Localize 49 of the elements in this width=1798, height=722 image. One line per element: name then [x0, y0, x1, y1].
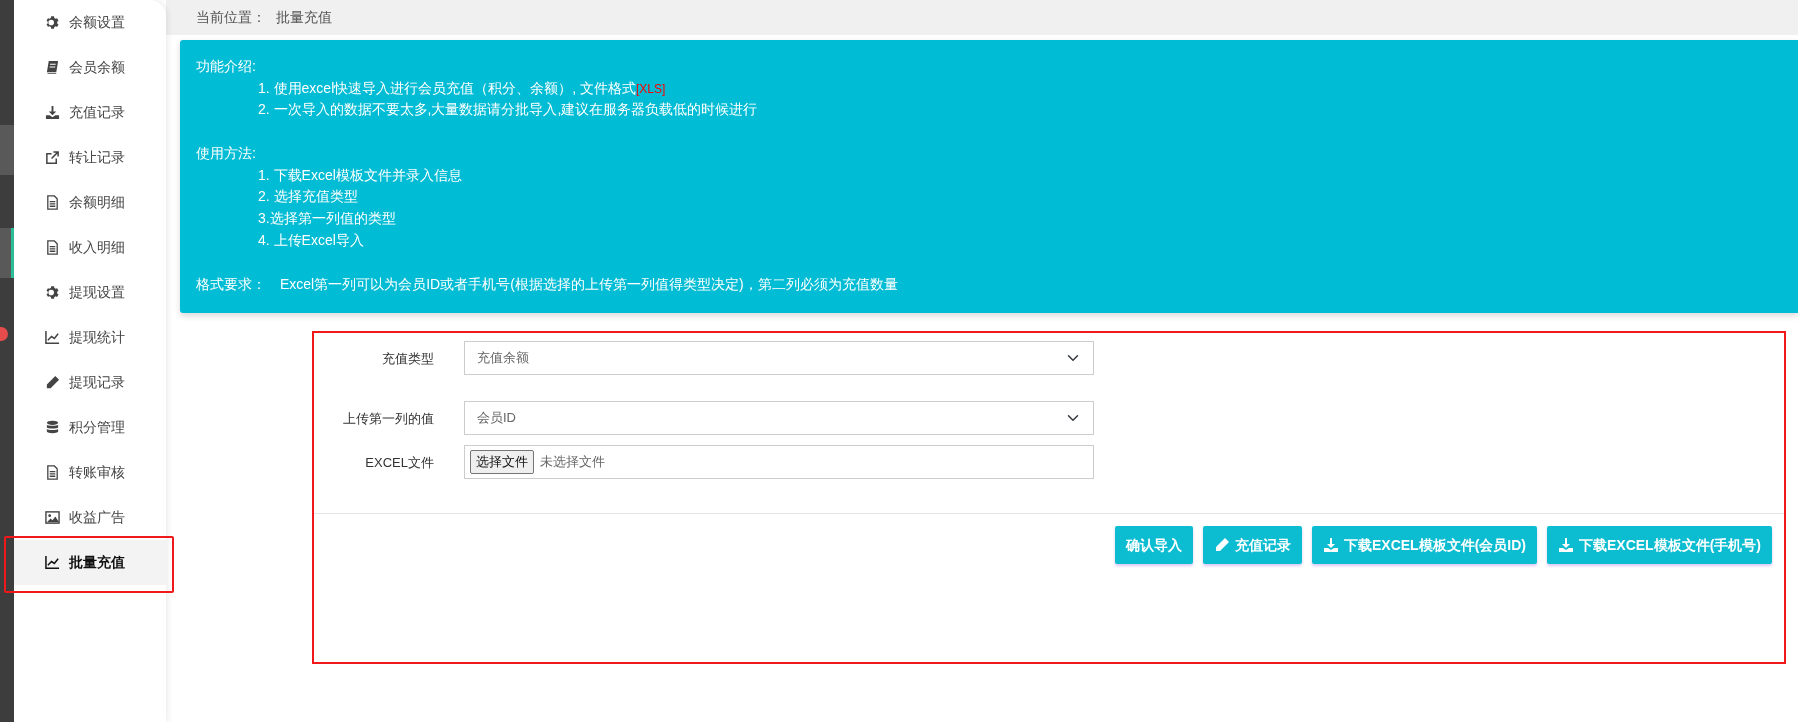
- format-label: 格式要求：: [196, 274, 266, 294]
- sidebar-item[interactable]: 收益广告: [14, 495, 166, 540]
- breadcrumb-label: 当前位置：: [196, 8, 266, 27]
- file-input-field[interactable]: 选择文件 未选择文件: [464, 445, 1094, 480]
- info-line: 4. 上传Excel导入: [257, 230, 365, 250]
- external-link-icon: [45, 150, 60, 165]
- field-label: 上传第一列的值: [342, 410, 434, 429]
- info-line: 1. 使用excel快速导入进行会员充值（积分、余额）, 文件格式[XLS]: [257, 78, 667, 98]
- pencil-icon: [1214, 537, 1230, 554]
- field-label: 充值类型: [381, 350, 434, 369]
- sidebar-item[interactable]: 批量充值: [14, 540, 166, 585]
- sidebar-item[interactable]: 转账审核: [14, 450, 166, 495]
- sidebar-item[interactable]: 余额明细: [14, 180, 166, 225]
- pencil-icon: [45, 375, 60, 390]
- download-icon: [1323, 537, 1339, 554]
- database-icon: [45, 420, 60, 435]
- document-icon: [45, 240, 60, 255]
- info-line: 2. 选择充值类型: [257, 187, 359, 207]
- info-line: 3.选择第一列值的类型: [257, 209, 397, 229]
- format-text: Excel第一列可以为会员ID或者手机号(根据选择的上传第一列值得类型决定)，第二列必须为充值数量: [280, 274, 898, 294]
- image-icon: [45, 510, 60, 525]
- select-field[interactable]: 会员ID: [464, 401, 1094, 436]
- file-status-text: 未选择文件: [540, 453, 605, 472]
- sidebar-item[interactable]: 提现统计: [14, 315, 166, 360]
- sidebar-item[interactable]: 收入明细: [14, 225, 166, 270]
- field-label: EXCEL文件: [364, 454, 434, 473]
- sidebar-item[interactable]: 会员余额: [14, 45, 166, 90]
- sidebar-item[interactable]: 转让记录: [14, 135, 166, 180]
- choose-file-button[interactable]: 选择文件: [470, 450, 534, 474]
- info-line: 2. 一次导入的数据不要太多,大量数据请分批导入,建议在服务器负载低的时候进行: [257, 100, 759, 120]
- sidebar-item[interactable]: 充值记录: [14, 90, 166, 135]
- line-chart-icon: [45, 555, 60, 570]
- sidebar-item[interactable]: 积分管理: [14, 405, 166, 450]
- gear-icon: [45, 15, 60, 30]
- breadcrumb-current[interactable]: 批量充值: [276, 7, 332, 28]
- line-chart-icon: [45, 330, 60, 345]
- sidebar-item[interactable]: 提现设置: [14, 270, 166, 315]
- gear-icon: [45, 285, 60, 300]
- info-line: 1. 下载Excel模板文件并录入信息: [257, 165, 463, 185]
- section-heading: 使用方法:: [196, 144, 257, 164]
- download-icon: [45, 105, 60, 120]
- document-icon: [45, 195, 60, 210]
- select-field[interactable]: 充值余额: [464, 341, 1094, 376]
- section-heading: 功能介绍:: [196, 57, 257, 76]
- download-icon: [1558, 537, 1574, 554]
- document-icon: [45, 465, 60, 480]
- sidebar-item[interactable]: 余额设置: [14, 0, 166, 45]
- sidebar-item[interactable]: 提现记录: [14, 360, 166, 405]
- book-icon: [45, 60, 60, 75]
